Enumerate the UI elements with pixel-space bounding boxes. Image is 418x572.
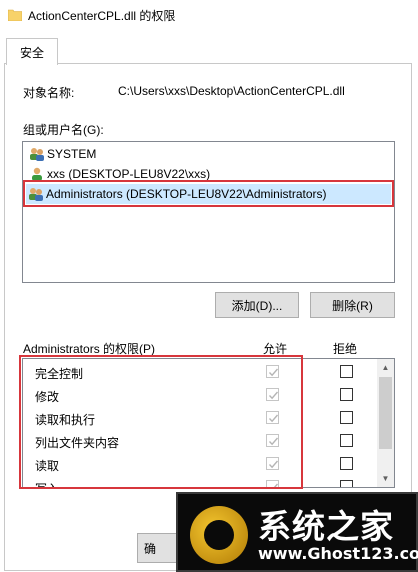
scroll-down-arrow-icon[interactable]: ▼ xyxy=(377,470,394,487)
deny-checkbox[interactable] xyxy=(340,388,353,401)
allow-column-header: 允许 xyxy=(263,342,288,356)
deny-checkbox[interactable] xyxy=(340,434,353,447)
users-group-icon xyxy=(29,188,43,201)
group-list-label: 组或用户名(G): xyxy=(23,123,104,137)
permission-row: 写入 xyxy=(23,476,379,487)
permission-name: 读取和执行 xyxy=(35,413,96,427)
remove-button[interactable]: 删除(R) xyxy=(310,292,395,318)
allow-checkbox[interactable] xyxy=(266,434,279,447)
allow-checkbox[interactable] xyxy=(266,480,279,487)
deny-checkbox[interactable] xyxy=(340,457,353,470)
permissions-label: Administrators 的权限(P) xyxy=(23,342,156,356)
deny-checkbox[interactable] xyxy=(340,411,353,424)
users-group-icon xyxy=(30,148,44,161)
watermark-url: www.Ghost123.com xyxy=(258,544,418,563)
watermark-logo: 系统之家 www.Ghost123.com xyxy=(176,492,418,572)
user-icon xyxy=(32,167,42,181)
group-item-label: SYSTEM xyxy=(47,147,97,161)
object-name-label: 对象名称: xyxy=(23,86,75,100)
allow-checkbox[interactable] xyxy=(266,388,279,401)
allow-checkbox[interactable] xyxy=(266,365,279,378)
group-item-administrators[interactable]: Administrators (DESKTOP-LEU8V22\Administ… xyxy=(26,184,391,204)
deny-checkbox[interactable] xyxy=(340,365,353,378)
group-item-label: xxs (DESKTOP-LEU8V22\xxs) xyxy=(47,167,211,181)
permission-name: 写入 xyxy=(35,480,59,487)
add-button[interactable]: 添加(D)... xyxy=(215,292,299,318)
tab-security[interactable]: 安全 xyxy=(6,38,58,65)
title-bar: ActionCenterCPL.dll 的权限 xyxy=(0,0,418,30)
scroll-thumb[interactable] xyxy=(379,377,392,449)
permission-name: 列出文件夹内容 xyxy=(35,436,120,450)
permission-row: 修改 xyxy=(23,384,379,406)
permission-name: 完全控制 xyxy=(35,367,84,381)
window-title: ActionCenterCPL.dll 的权限 xyxy=(28,8,176,23)
deny-column-header: 拒绝 xyxy=(333,342,358,356)
group-user-list[interactable]: SYSTEM xxs (DESKTOP-LEU8V22\xxs) Adminis… xyxy=(22,141,395,283)
permission-row: 读取和执行 xyxy=(23,407,379,429)
permissions-list: 完全控制修改读取和执行列出文件夹内容读取写入 ▲ ▼ xyxy=(22,358,395,488)
scroll-up-arrow-icon[interactable]: ▲ xyxy=(377,359,394,376)
permission-name: 修改 xyxy=(35,390,60,404)
object-name-value: C:\Users\xxs\Desktop\ActionCenterCPL.dll xyxy=(118,84,345,98)
permissions-scrollbar[interactable]: ▲ ▼ xyxy=(377,359,394,487)
allow-checkbox[interactable] xyxy=(266,411,279,424)
deny-checkbox[interactable] xyxy=(340,480,353,487)
permission-name: 读取 xyxy=(35,459,60,473)
logo-icon xyxy=(190,506,248,564)
permission-row: 读取 xyxy=(23,453,379,475)
allow-checkbox[interactable] xyxy=(266,457,279,470)
watermark-title: 系统之家 xyxy=(258,507,394,546)
tab-security-label: 安全 xyxy=(19,45,44,60)
group-item-system[interactable]: SYSTEM xyxy=(27,144,96,164)
permission-row: 完全控制 xyxy=(23,361,379,383)
group-item-xxs[interactable]: xxs (DESKTOP-LEU8V22\xxs) xyxy=(27,164,210,184)
folder-icon xyxy=(8,9,22,21)
permission-row: 列出文件夹内容 xyxy=(23,430,379,452)
group-item-label: Administrators (DESKTOP-LEU8V22\Administ… xyxy=(46,187,327,201)
tab-strip: 安全 xyxy=(0,30,418,65)
